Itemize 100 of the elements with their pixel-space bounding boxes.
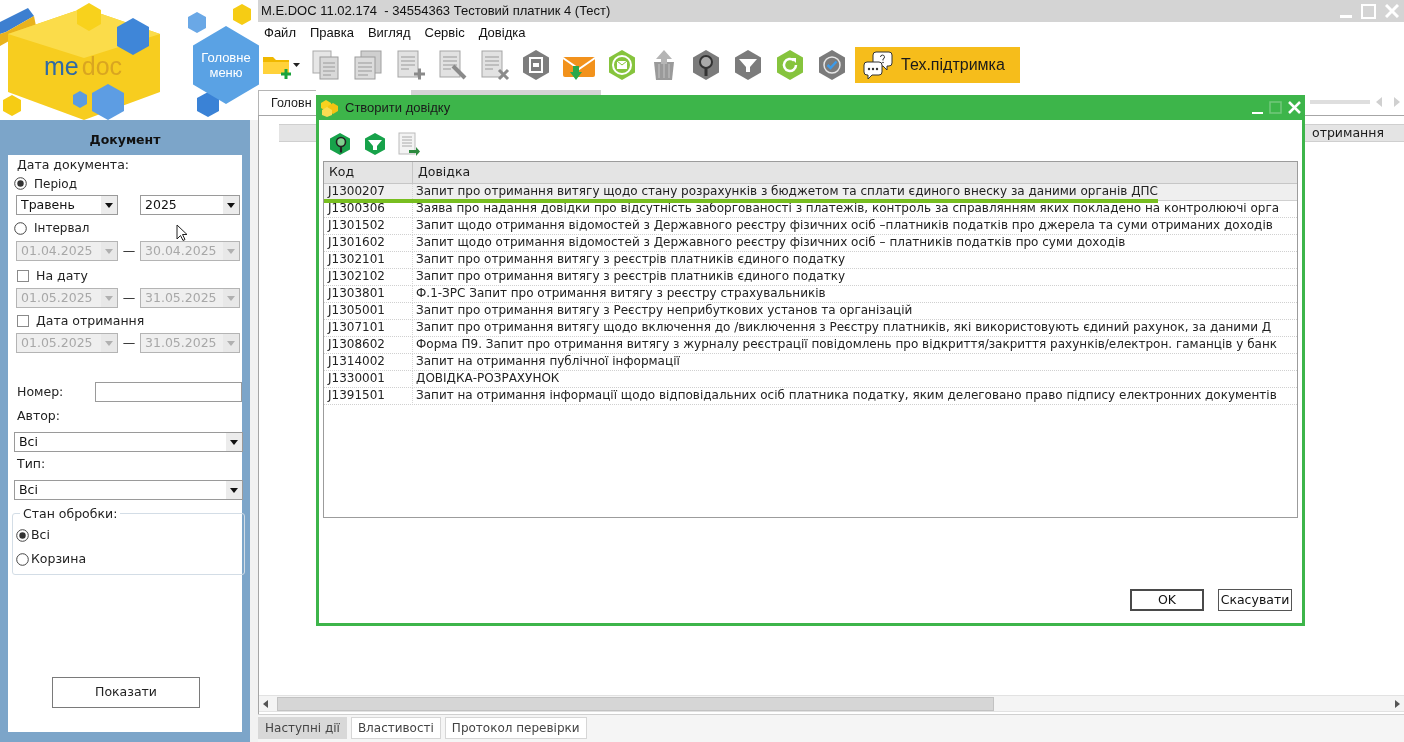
table-row[interactable]: J1307101 Запит про отримання витягу щодо включення до /виключення з Реєстру платників, які використовують єдиний рахунок, за даними Д <box>324 320 1297 337</box>
radio-label: Інтервал <box>34 220 90 237</box>
document-pencil-icon[interactable] <box>436 49 468 81</box>
logo-text: me <box>44 54 79 79</box>
table-cell-text: Запит на отримання публічної інформації <box>415 354 680 369</box>
radio-button[interactable] <box>16 529 29 542</box>
caret-icon[interactable] <box>226 481 242 499</box>
dialog-title: Створити довідку <box>345 98 451 117</box>
field-label: Автор: <box>17 406 60 425</box>
support-button[interactable]: Тех.підтримка <box>855 47 1020 83</box>
table-cell: J1303801 <box>328 286 413 301</box>
bottom-tab[interactable]: Наступні дії <box>258 717 347 739</box>
table-row[interactable]: J1308602 Форма П9. Запит про отримання витягу з журналу реєстрації повідомлень про відкриття/закриття рахунків/електрон. гаманців у банк <box>324 337 1297 354</box>
caret-icon[interactable] <box>226 433 242 451</box>
hexagon-document-icon[interactable] <box>520 49 552 81</box>
scroll-right-icon[interactable] <box>1395 699 1400 708</box>
table-cell-text: Запит щодо отримання відомостей з Державного реєстру фізичних осіб –платників податків про джерела та суми отриманих доходів <box>415 218 1273 233</box>
menu-item[interactable]: Правка <box>305 22 358 44</box>
scroll-left-icon[interactable] <box>263 699 268 708</box>
close-icon[interactable] <box>1288 101 1301 114</box>
table-row[interactable]: J1301602 Запит щодо отримання відомостей з Державного реєстру фізичних осіб – платників податків про суми доходів <box>324 235 1297 252</box>
menu-item[interactable]: Довідка <box>474 22 530 44</box>
column-header: отримання <box>1312 125 1385 141</box>
table-cell: J1314002 <box>328 354 413 369</box>
column-header[interactable]: Код <box>324 162 413 183</box>
table-cell-text: Запит про отримання витягу з реєстрів платників єдиного податку <box>415 269 845 284</box>
table-row[interactable]: J1300306 Заява про надання довідки про відсутність заборгованості з платежів, контроль за справлянням яких покладено на контролюючі орга <box>324 201 1297 218</box>
table-cell-text: Форма П9. Запит про отримання витягу з журналу реєстрації повідомлень про відкриття/закриття рахунків/електрон. гаманців у банк <box>415 337 1277 352</box>
table-row[interactable]: J1302102 Запит про отримання витягу з реєстрів платників єдиного податку <box>324 269 1297 286</box>
horizontal-scrollbar[interactable] <box>259 695 1404 712</box>
table-cell: J1307101 <box>328 320 413 335</box>
check-icon[interactable] <box>816 49 848 81</box>
table-row[interactable]: J1330001 ДОВІДКА-РОЗРАХУНОК <box>324 371 1297 388</box>
radio-label: Корзина <box>31 550 87 569</box>
filter-icon[interactable] <box>363 132 387 156</box>
table-cell: J1300207 <box>328 184 413 199</box>
filter-icon[interactable] <box>732 49 764 81</box>
table-cell-text: Запит про отримання витягу щодо включення до /виключення з Реєстру платників, які використовують єдиний рахунок, за даними Д <box>415 320 1272 335</box>
table-row[interactable]: J1305001 Запит про отримання витягу з Реєстру неприбуткових установ та організацій <box>324 303 1297 320</box>
menu-item[interactable]: Вигляд <box>363 22 415 44</box>
document-arrow-icon[interactable] <box>398 132 420 156</box>
table-cell: J1305001 <box>328 303 413 318</box>
window-title: M.E.DOC 11.02.174 - 34554363 Тестовий платник 4 (Тест) <box>260 2 611 21</box>
search-icon[interactable] <box>690 49 722 81</box>
table-row[interactable]: J1302101 Запит про отримання витягу з реєстрів платників єдиного податку <box>324 252 1297 269</box>
table-row[interactable]: J1303801 Ф.1-ЗРС Запит про отримання витягу з реєстру страхувальників <box>324 286 1297 303</box>
caret-icon[interactable] <box>223 196 239 214</box>
table-cell: J1308602 <box>328 337 413 352</box>
dropdown[interactable]: 2025 <box>140 195 240 215</box>
dialog-button[interactable]: Скасувати <box>1218 589 1292 611</box>
table-cell: J1301602 <box>328 235 413 250</box>
table-row[interactable]: J1301502 Запит щодо отримання відомостей з Державного реєстру фізичних осіб –платників податків про джерела та суми отриманих доходів <box>324 218 1297 235</box>
dropdown[interactable]: Всі <box>14 480 243 500</box>
document-plus-icon[interactable] <box>394 49 426 81</box>
checkbox-label: Дата отримання <box>36 311 145 330</box>
panel-title: Документ <box>88 131 162 150</box>
column-header[interactable]: Довідка <box>413 162 1297 183</box>
number-input[interactable] <box>94 382 242 402</box>
chat-bubbles-icon <box>863 50 893 80</box>
table-cell-text: Заява про надання довідки про відсутність заборгованості з платежів, контроль за справлянням яких покладено на контролюючі орга <box>415 201 1280 216</box>
menu-item[interactable]: Файл <box>260 22 300 44</box>
radio-button[interactable] <box>14 177 27 190</box>
search-icon[interactable] <box>328 132 352 156</box>
hexagon-envelope-icon[interactable] <box>606 49 638 81</box>
table-cell-text: Запит про отримання витягу з Реєстру неприбуткових установ та організацій <box>415 303 913 318</box>
field-label: Дата документа: <box>17 155 130 174</box>
show-button[interactable]: Показати <box>52 677 200 708</box>
bottom-tab[interactable]: Властивості <box>350 717 441 739</box>
table-row[interactable]: J1391501 Запит на отримання інформації щодо відповідальних осіб платника податку, яким делеговано право підпису електронних документів <box>324 388 1297 405</box>
table-cell: J1330001 <box>328 371 413 386</box>
scrollbar-thumb[interactable] <box>277 696 994 711</box>
bottom-tab[interactable]: Протокол перевірки <box>444 717 587 739</box>
field-label: Номер: <box>17 382 65 401</box>
table-cell: J1301502 <box>328 218 413 233</box>
document-x-icon[interactable] <box>478 49 510 81</box>
checkbox-label: На дату <box>36 266 88 285</box>
menu-item[interactable]: Сервіс <box>420 22 469 44</box>
dialog-button[interactable]: OK <box>1130 589 1204 611</box>
table-cell: J1302101 <box>328 252 413 267</box>
dropdown[interactable]: Травень <box>16 195 118 215</box>
table-cell-text: Запит про отримання витягу щодо стану розрахунків з бюджетом та сплати єдиного внеску за даними органів ДПС <box>415 184 1158 199</box>
radio-button[interactable] <box>16 553 29 566</box>
documents-icon[interactable] <box>352 49 384 81</box>
table-cell: J1391501 <box>328 388 413 403</box>
tab-scroll-bar[interactable] <box>1310 100 1370 104</box>
table-cell-text: Запит на отримання інформації щодо відповідальних осіб платника податку, яким делеговано право підпису електронних документів <box>415 388 1277 403</box>
table-cell-text: Запит щодо отримання відомостей з Державного реєстру фізичних осіб – платників податків про суми доходів <box>415 235 1126 250</box>
range-separator: — <box>121 288 137 307</box>
caret-icon[interactable] <box>293 63 300 67</box>
document-tab[interactable]: Головн <box>258 90 316 115</box>
dropdown[interactable]: Всі <box>14 432 243 452</box>
table-cell: J1300306 <box>328 201 413 216</box>
range-separator: — <box>121 241 137 260</box>
radio-label: Період <box>34 175 77 193</box>
documents-icon[interactable] <box>310 49 342 81</box>
table-cell: J1302102 <box>328 269 413 284</box>
caret-icon[interactable] <box>101 196 117 214</box>
table-row[interactable]: J1314002 Запит на отримання публічної інформації <box>324 354 1297 371</box>
table-row[interactable]: J1300207 Запит про отримання витягу щодо стану розрахунків з бюджетом та сплати єдиного внеску за даними органів ДПС <box>324 184 1297 201</box>
refresh-icon[interactable] <box>774 49 806 81</box>
